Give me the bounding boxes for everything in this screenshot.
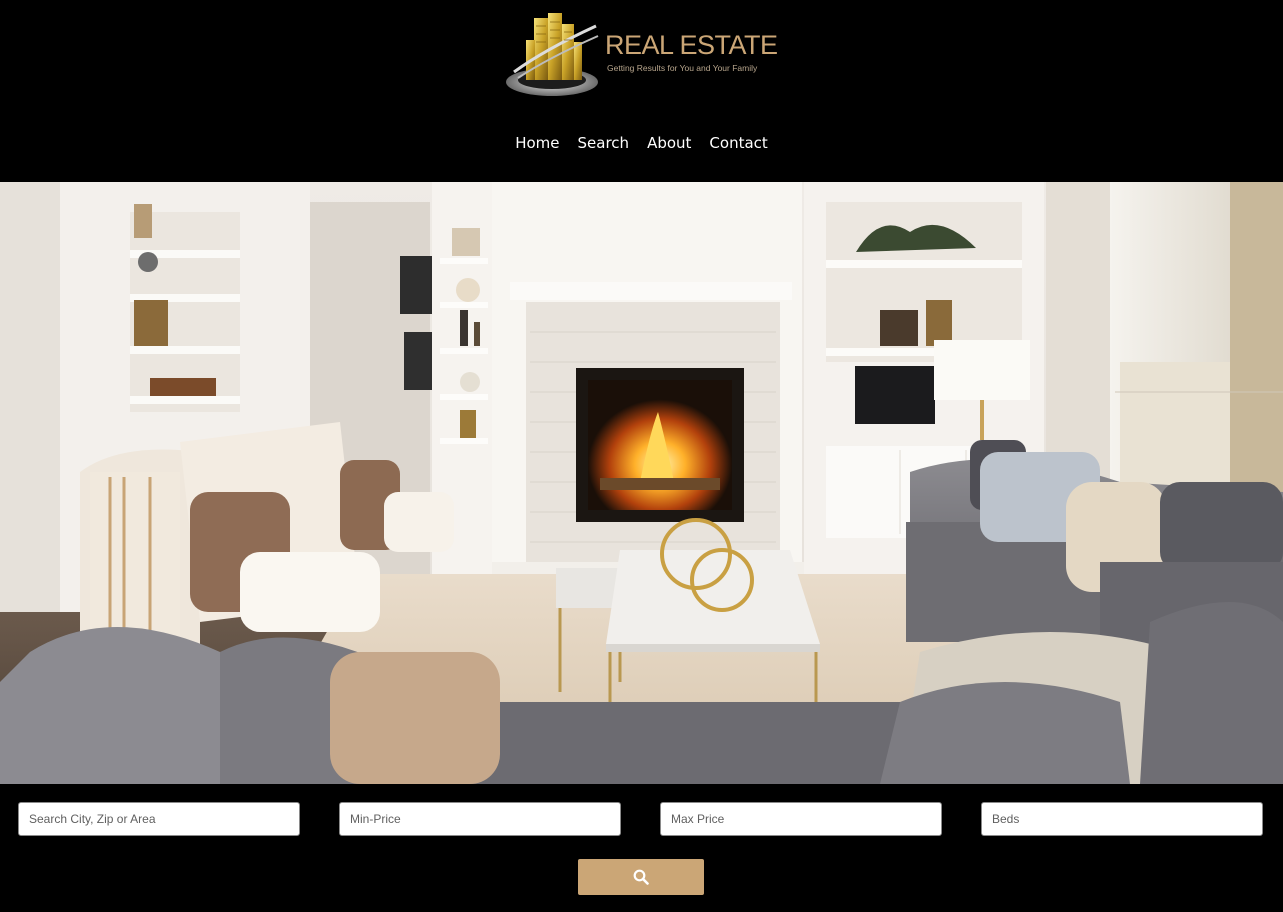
search-submit-button[interactable] [578,859,704,895]
nav-item-contact[interactable]: Contact [709,133,767,153]
hero-image [0,182,1283,784]
living-room-photo [0,182,1283,784]
max-price-input[interactable] [660,802,942,836]
site-header: REAL ESTATE Getting Results for You and … [0,0,1283,182]
min-price-input[interactable] [339,802,621,836]
main-nav: Home Search About Contact [0,133,1283,153]
gold-building-logo-icon [506,13,599,96]
nav-item-home[interactable]: Home [515,133,559,153]
search-icon [633,869,649,885]
beds-input[interactable] [981,802,1263,836]
site-logo[interactable]: REAL ESTATE Getting Results for You and … [504,10,778,100]
location-search-input[interactable] [18,802,300,836]
nav-item-about[interactable]: About [647,133,691,153]
nav-item-search[interactable]: Search [578,133,630,153]
property-search-bar [0,784,1283,912]
logo-tagline: Getting Results for You and Your Family [607,63,758,73]
logo-title: REAL ESTATE [605,30,778,60]
